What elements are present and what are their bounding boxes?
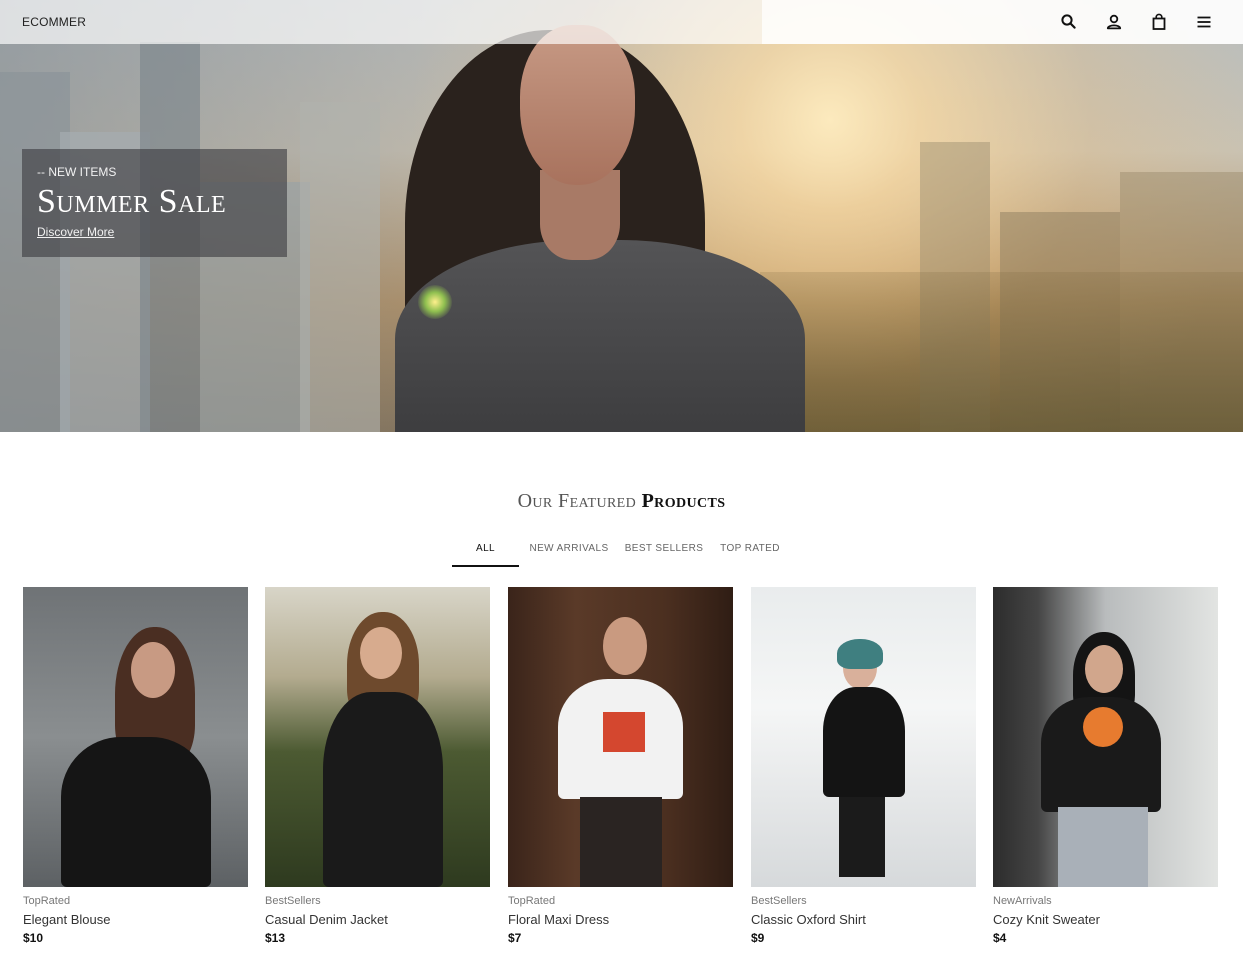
product-category: BestSellers <box>751 895 807 907</box>
product-image[interactable] <box>993 587 1218 887</box>
product-image[interactable] <box>23 587 248 887</box>
tab-label: BEST SELLERS <box>624 543 704 554</box>
product-name[interactable]: Floral Maxi Dress <box>508 912 733 930</box>
product-category: TopRated <box>23 895 71 907</box>
product-card[interactable]: TopRated Floral Maxi Dress $7 <box>508 587 733 945</box>
product-image[interactable] <box>508 587 733 887</box>
product-category: BestSellers <box>265 895 321 907</box>
discover-more-link[interactable]: Discover More <box>37 225 114 239</box>
tab-new-arrivals[interactable]: NEW ARRIVALS <box>527 541 611 567</box>
product-price: $10 <box>23 931 44 945</box>
navbar-background <box>762 0 1243 44</box>
shopping-bag-icon[interactable] <box>1149 12 1169 32</box>
product-image[interactable] <box>751 587 976 887</box>
tab-label: TOP RATED <box>720 543 780 554</box>
product-image[interactable] <box>265 587 490 887</box>
tab-all[interactable]: ALL <box>452 541 519 567</box>
product-price: $7 <box>508 931 522 945</box>
product-filter-tabs: ALL NEW ARRIVALS BEST SELLERS TOP RATED <box>0 541 1243 571</box>
product-name[interactable]: Cozy Knit Sweater <box>993 912 1218 930</box>
product-card[interactable]: BestSellers Classic Oxford Shirt $9 <box>751 587 976 945</box>
featured-title-part2: Products <box>641 490 726 512</box>
site-logo[interactable]: ECOMMER <box>22 15 86 29</box>
product-name[interactable]: Casual Denim Jacket <box>265 912 490 930</box>
hero-ground <box>760 272 1243 432</box>
promo-kicker: -- NEW ITEMS <box>37 165 117 179</box>
hero-building <box>300 102 380 432</box>
product-card[interactable]: TopRated Elegant Blouse $10 <box>23 587 248 945</box>
product-card[interactable]: NewArrivals Cozy Knit Sweater $4 <box>993 587 1218 945</box>
tab-label: NEW ARRIVALS <box>529 543 609 554</box>
product-name[interactable]: Elegant Blouse <box>23 912 248 930</box>
product-price: $13 <box>265 931 286 945</box>
hero-model-face <box>520 25 635 185</box>
product-card[interactable]: BestSellers Casual Denim Jacket $13 <box>265 587 490 945</box>
menu-icon[interactable] <box>1194 12 1214 32</box>
product-name[interactable]: Classic Oxford Shirt <box>751 912 976 930</box>
active-tab-indicator <box>452 565 519 567</box>
tab-top-rated[interactable]: TOP RATED <box>716 541 784 567</box>
tab-label: ALL <box>476 543 495 554</box>
featured-title-part1: Our Featured <box>517 490 637 512</box>
tab-best-sellers[interactable]: BEST SELLERS <box>624 541 704 567</box>
product-category: NewArrivals <box>993 895 1052 907</box>
top-navbar: ECOMMER <box>0 0 1243 44</box>
hero-model-shirt <box>395 240 805 432</box>
hero-promo-card: -- NEW ITEMS Summer Sale Discover More <box>22 149 287 257</box>
lens-flare <box>418 285 452 319</box>
promo-title: Summer Sale <box>37 183 227 220</box>
product-category: TopRated <box>508 895 556 907</box>
product-price: $9 <box>751 931 765 945</box>
search-icon[interactable] <box>1059 12 1079 32</box>
hero-banner: -- NEW ITEMS Summer Sale Discover More <box>0 0 1243 432</box>
user-icon[interactable] <box>1104 12 1124 32</box>
featured-section-title: Our Featured Products <box>0 490 1243 513</box>
product-price: $4 <box>993 931 1007 945</box>
navbar-background <box>0 0 762 44</box>
